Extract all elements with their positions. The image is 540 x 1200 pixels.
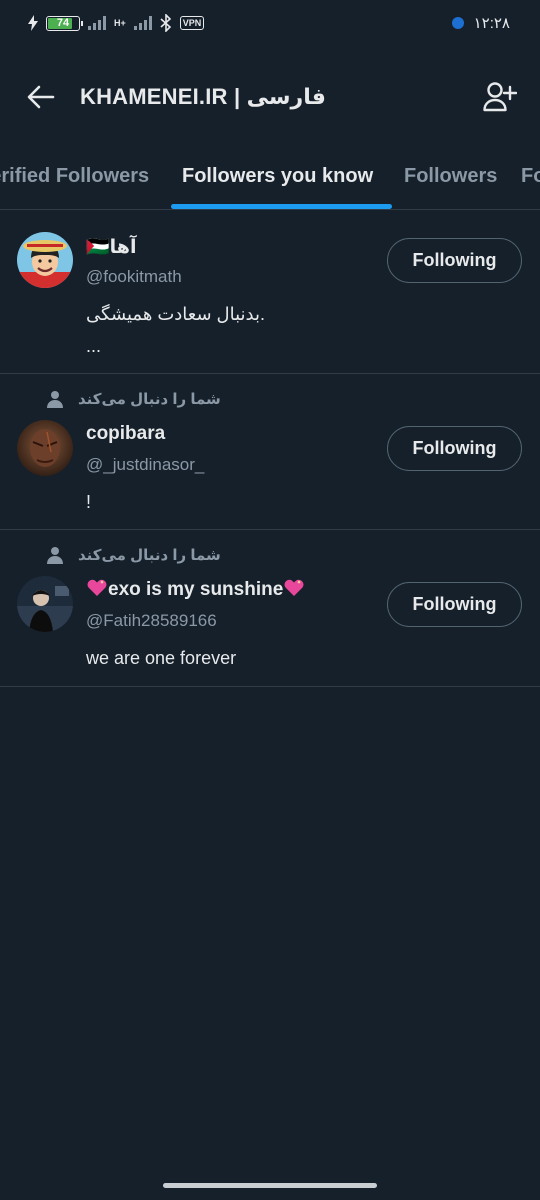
user-name[interactable]: copibara: [86, 423, 165, 445]
bio-line: بدنبال سعادت همیشگی.: [86, 304, 266, 324]
charging-icon: [28, 15, 38, 31]
tab-verified-followers[interactable]: Verified Followers: [0, 150, 149, 209]
list-item[interactable]: شما را دنبال می‌کند copibara @_justdinas…: [0, 374, 540, 530]
user-bio: we are one forever: [86, 642, 236, 674]
tab-followers[interactable]: Followers: [404, 150, 497, 209]
context-label: شما را دنبال می‌کند: [78, 547, 221, 564]
user-name-text: exo is my sunshine: [108, 579, 284, 600]
following-button[interactable]: Following: [387, 582, 522, 627]
bio-line: !: [86, 492, 92, 512]
followers-list: 🇵🇸آها @fookitmath بدنبال سعادت همیشگی. .…: [0, 210, 540, 687]
tab-following[interactable]: Following: [521, 150, 540, 209]
signal-icon: [88, 16, 106, 30]
status-bar: 74 H+ VPN ۱۲:۲۸: [0, 0, 540, 46]
sparkling-heart-icon: [87, 579, 107, 596]
back-button[interactable]: [26, 82, 56, 112]
battery-indicator: 74: [46, 15, 83, 31]
clock: ۱۲:۲۸: [473, 15, 510, 32]
notification-dot-icon: [451, 17, 464, 29]
list-item[interactable]: 🇵🇸آها @fookitmath بدنبال سعادت همیشگی. .…: [0, 210, 540, 374]
network-type-label: H+: [114, 17, 126, 28]
page-title: KHAMENEI.IR | فارسی: [80, 84, 326, 109]
user-name[interactable]: exo is my sunshine: [86, 579, 305, 601]
person-icon: [47, 547, 63, 564]
user-bio: !: [86, 486, 91, 518]
person-add-icon: [483, 82, 517, 112]
context-label: شما را دنبال می‌کند: [78, 391, 221, 408]
active-tab-indicator: [171, 204, 392, 209]
arrow-left-icon: [27, 85, 55, 109]
bio-line: we are one forever: [86, 648, 237, 668]
tab-followers-you-know[interactable]: Followers you know: [182, 150, 373, 209]
bluetooth-icon: [160, 14, 171, 32]
vpn-badge: VPN: [179, 16, 205, 30]
tab-bar: Verified Followers Followers you know Fo…: [0, 150, 540, 210]
following-button[interactable]: Following: [387, 238, 522, 283]
follows-you-context: شما را دنبال می‌کند: [46, 390, 221, 408]
person-icon: [47, 391, 63, 408]
user-handle: @fookitmath: [86, 267, 182, 286]
user-name[interactable]: 🇵🇸آها: [86, 235, 137, 259]
top-app-bar: KHAMENEI.IR | فارسی: [0, 66, 540, 128]
user-handle: @Fatih28589166: [86, 611, 217, 630]
signal-icon-2: [133, 16, 152, 30]
follows-you-context: شما را دنبال می‌کند: [46, 546, 221, 564]
bio-line: ...: [86, 336, 102, 356]
home-indicator[interactable]: [163, 1183, 377, 1188]
user-bio: بدنبال سعادت همیشگی. ...: [86, 298, 265, 362]
user-handle: @_justdinasor_: [86, 455, 205, 474]
avatar[interactable]: [17, 576, 73, 632]
add-user-button[interactable]: [482, 79, 518, 115]
avatar[interactable]: [17, 232, 73, 288]
list-item[interactable]: شما را دنبال می‌کند exo is my sunshine @…: [0, 530, 540, 687]
sparkling-heart-icon: [284, 579, 304, 596]
following-button[interactable]: Following: [387, 426, 522, 471]
avatar[interactable]: [17, 420, 73, 476]
